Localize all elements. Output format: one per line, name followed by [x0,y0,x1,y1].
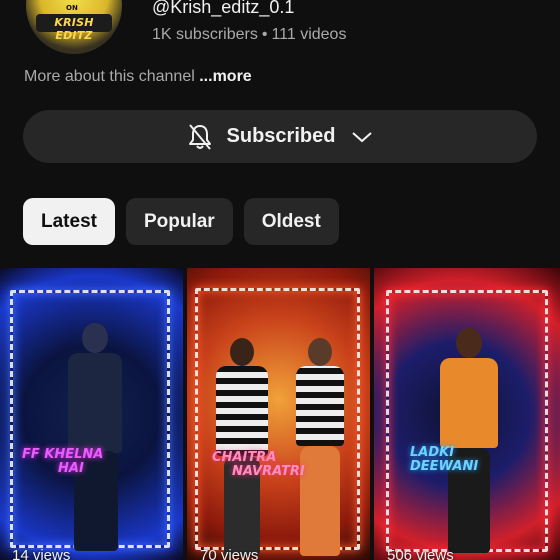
overlay-line-1: Chaitra [212,450,277,465]
chip-popular[interactable]: Popular [125,198,233,245]
overlay-line-2: Navratri [232,464,305,479]
avatar-text: KRISH EDITZ [54,16,94,42]
about-more[interactable]: ...more [199,68,251,85]
channel-handle: @Krish_editz_0.1 [152,0,295,17]
view-count: 70 views [200,547,259,560]
thumbnail-figure [292,338,348,558]
channel-avatar[interactable]: ON KRISH EDITZ [26,0,122,54]
video-thumbnail[interactable]: Chaitra Navratri 70 views [187,268,370,560]
chip-oldest[interactable]: Oldest [243,198,339,245]
subscribed-label: Subscribed [226,125,336,147]
chip-latest[interactable]: Latest [23,198,115,245]
stats-separator: • [261,26,268,43]
video-thumbnail[interactable]: FF Khelna Hai 14 views [0,268,183,560]
thumbnail-figure [434,328,504,558]
video-thumbnail[interactable]: Ladki Deewani 506 views [374,268,560,560]
video-count: 111 videos [271,26,347,43]
bell-off-icon [188,123,211,150]
channel-about-link[interactable]: More about this channel ...more [24,68,252,86]
overlay-line-2: Hai [58,461,84,476]
thumbnail-figure [60,323,130,553]
channel-stats: 1K subscribers • 111 videos [152,26,346,44]
subscribed-button[interactable]: Subscribed [23,110,537,163]
about-text: More about this channel [24,68,195,85]
view-count: 506 views [387,547,454,560]
overlay-line-2: Deewani [410,459,479,474]
video-grid: FF Khelna Hai 14 views Chaitra Navratri … [0,268,560,560]
channel-header: ON KRISH EDITZ @Krish_editz_0.1 1K subsc… [0,0,560,60]
view-count: 14 views [12,547,71,560]
overlay-line-1: Ladki [410,445,455,460]
sort-chips: Latest Popular Oldest [23,198,339,245]
avatar-small-text: ON [66,4,78,12]
thumbnail-overlay-text: FF Khelna Hai [22,448,103,476]
overlay-line-1: FF Khelna [22,447,104,462]
thumbnail-overlay-text: Ladki Deewani [410,446,478,474]
thumbnail-figure [212,338,272,558]
chevron-down-icon [352,131,373,142]
thumbnail-overlay-text: Chaitra Navratri [212,451,305,479]
subscriber-count: 1K subscribers [152,26,258,43]
